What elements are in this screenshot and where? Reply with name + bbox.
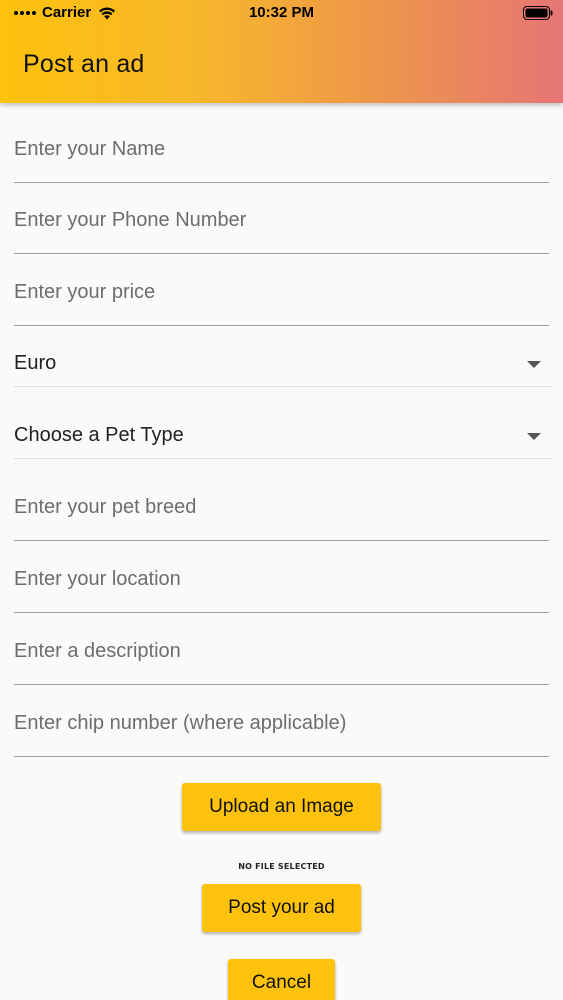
phone-placeholder: Enter your Phone Number xyxy=(14,209,247,231)
page-title: Post an ad xyxy=(23,50,145,78)
post-ad-button[interactable]: Post your ad xyxy=(202,884,361,932)
app-bar: Carrier 10:32 PM Post an ad xyxy=(0,0,563,103)
pet-type-value: Choose a Pet Type xyxy=(14,424,184,446)
chip-number-field[interactable]: Enter chip number (where applicable) xyxy=(14,685,549,757)
status-time: 10:32 PM xyxy=(248,4,315,21)
name-field[interactable]: Enter your Name xyxy=(14,103,549,183)
name-placeholder: Enter your Name xyxy=(14,138,166,160)
chip-number-placeholder: Enter chip number (where applicable) xyxy=(14,712,347,734)
price-field[interactable]: Enter your price xyxy=(14,254,549,326)
status-bar: Carrier 10:32 PM xyxy=(0,0,563,28)
upload-image-button[interactable]: Upload an Image xyxy=(182,783,381,831)
file-status: NO FILE SELECTED xyxy=(238,862,325,871)
breed-field[interactable]: Enter your pet breed xyxy=(14,459,549,541)
currency-value: Euro xyxy=(14,352,57,374)
location-placeholder: Enter your location xyxy=(14,568,181,590)
cancel-button[interactable]: Cancel xyxy=(228,959,335,1000)
description-field[interactable]: Enter a description xyxy=(14,613,549,685)
battery-icon xyxy=(523,6,553,20)
pet-type-dropdown[interactable]: Choose a Pet Type xyxy=(14,387,551,459)
location-field[interactable]: Enter your location xyxy=(14,541,549,613)
currency-dropdown[interactable]: Euro xyxy=(14,326,551,387)
chevron-down-icon xyxy=(527,433,541,440)
breed-placeholder: Enter your pet breed xyxy=(14,496,197,518)
description-placeholder: Enter a description xyxy=(14,640,181,662)
phone-field[interactable]: Enter your Phone Number xyxy=(14,183,549,254)
chevron-down-icon xyxy=(527,361,541,368)
price-placeholder: Enter your price xyxy=(14,281,156,303)
